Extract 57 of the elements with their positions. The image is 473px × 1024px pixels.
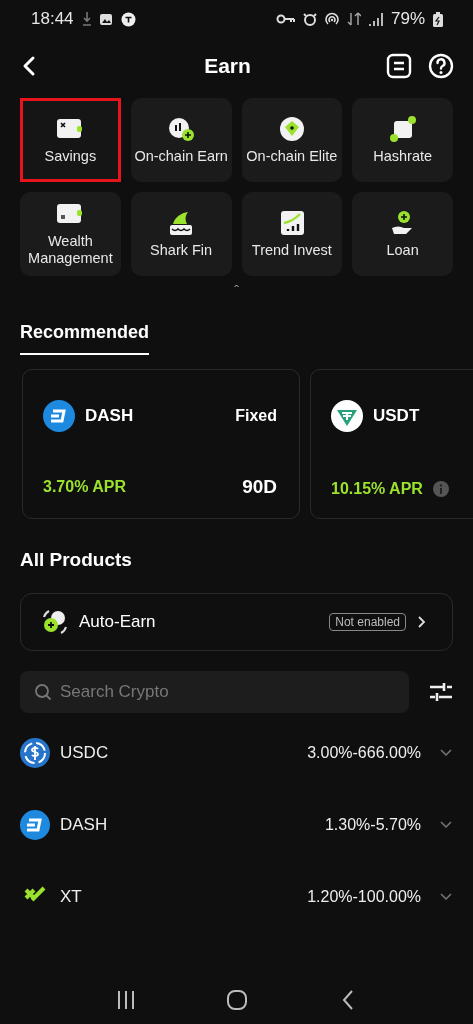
search-icon bbox=[34, 683, 52, 701]
chevron-right-icon bbox=[416, 615, 426, 629]
collapse-button[interactable]: ˆ bbox=[228, 276, 245, 306]
status-badge: Not enabled bbox=[329, 613, 406, 631]
product-tile[interactable]: On-chain Earn bbox=[130, 98, 232, 182]
apr-range: 1.30%-5.70% bbox=[324, 816, 421, 834]
product-tile[interactable]: Wealth Management bbox=[20, 192, 121, 276]
apr-range: 1.20%-100.00% bbox=[307, 888, 421, 906]
page-title: Earn bbox=[203, 54, 252, 78]
chevron-down-icon[interactable] bbox=[439, 748, 453, 758]
coin-name: DASH bbox=[85, 406, 134, 426]
battery-level: 79% bbox=[390, 9, 425, 29]
search-field[interactable]: Search Crypto bbox=[20, 671, 409, 713]
key-icon bbox=[275, 13, 295, 25]
coin-row[interactable]: USDC 3.00%-666.00% bbox=[20, 717, 453, 789]
coin-name: USDT bbox=[373, 406, 420, 426]
product-tile[interactable]: Trend Invest bbox=[241, 192, 343, 276]
product-type: Fixed bbox=[235, 407, 277, 425]
auto-earn-row[interactable]: Auto-Earn Not enabled bbox=[20, 593, 453, 651]
product-icon bbox=[277, 115, 306, 142]
home-icon[interactable] bbox=[224, 988, 249, 1012]
product-icon bbox=[388, 115, 417, 142]
product-card[interactable]: DASH Fixed 3.70% APR 90D bbox=[22, 369, 300, 519]
help-icon[interactable] bbox=[428, 53, 454, 79]
product-tile[interactable]: Hashrate bbox=[352, 98, 453, 182]
filter-icon[interactable] bbox=[429, 681, 453, 703]
auto-earn-icon bbox=[41, 609, 69, 635]
coin-row[interactable]: XT 1.20%-100.00% bbox=[20, 861, 453, 933]
apr-value: 3.70% APR bbox=[43, 478, 126, 496]
chevron-down-icon[interactable] bbox=[439, 820, 453, 830]
battery-icon bbox=[433, 11, 443, 27]
product-icon bbox=[167, 115, 196, 142]
coin-row[interactable]: DASH 1.30%-5.70% bbox=[20, 789, 453, 861]
image-icon bbox=[99, 12, 113, 26]
product-tile[interactable]: Loan bbox=[352, 192, 453, 276]
coin-name: DASH bbox=[60, 815, 108, 835]
info-icon[interactable] bbox=[432, 481, 449, 497]
status-time: 18:44 bbox=[31, 9, 74, 29]
section-tab[interactable]: Recommended bbox=[20, 316, 150, 355]
apr-range: 3.00%-666.00% bbox=[307, 744, 421, 762]
data-arrows-icon bbox=[346, 12, 361, 26]
download-icon bbox=[81, 11, 92, 27]
section-title: All Products bbox=[19, 548, 133, 572]
alarm-icon bbox=[302, 12, 317, 26]
product-tile[interactable]: Shark Fin bbox=[130, 192, 232, 276]
product-card[interactable]: USDT 10.15% APR bbox=[310, 369, 473, 519]
product-tile[interactable]: On-chain Elite bbox=[241, 98, 343, 182]
apr-value: 10.15% APR bbox=[331, 480, 423, 498]
hotspot-icon bbox=[324, 12, 339, 26]
coin-name: USDC bbox=[60, 743, 109, 763]
chevron-down-icon[interactable] bbox=[439, 892, 453, 902]
app-notification-icon bbox=[120, 11, 136, 27]
auto-earn-label: Auto-Earn bbox=[79, 612, 156, 632]
term-value: 90D bbox=[242, 476, 277, 498]
product-tile[interactable]: Savings bbox=[20, 98, 121, 182]
coin-name: XT bbox=[60, 887, 82, 907]
signal-icon bbox=[368, 12, 383, 26]
